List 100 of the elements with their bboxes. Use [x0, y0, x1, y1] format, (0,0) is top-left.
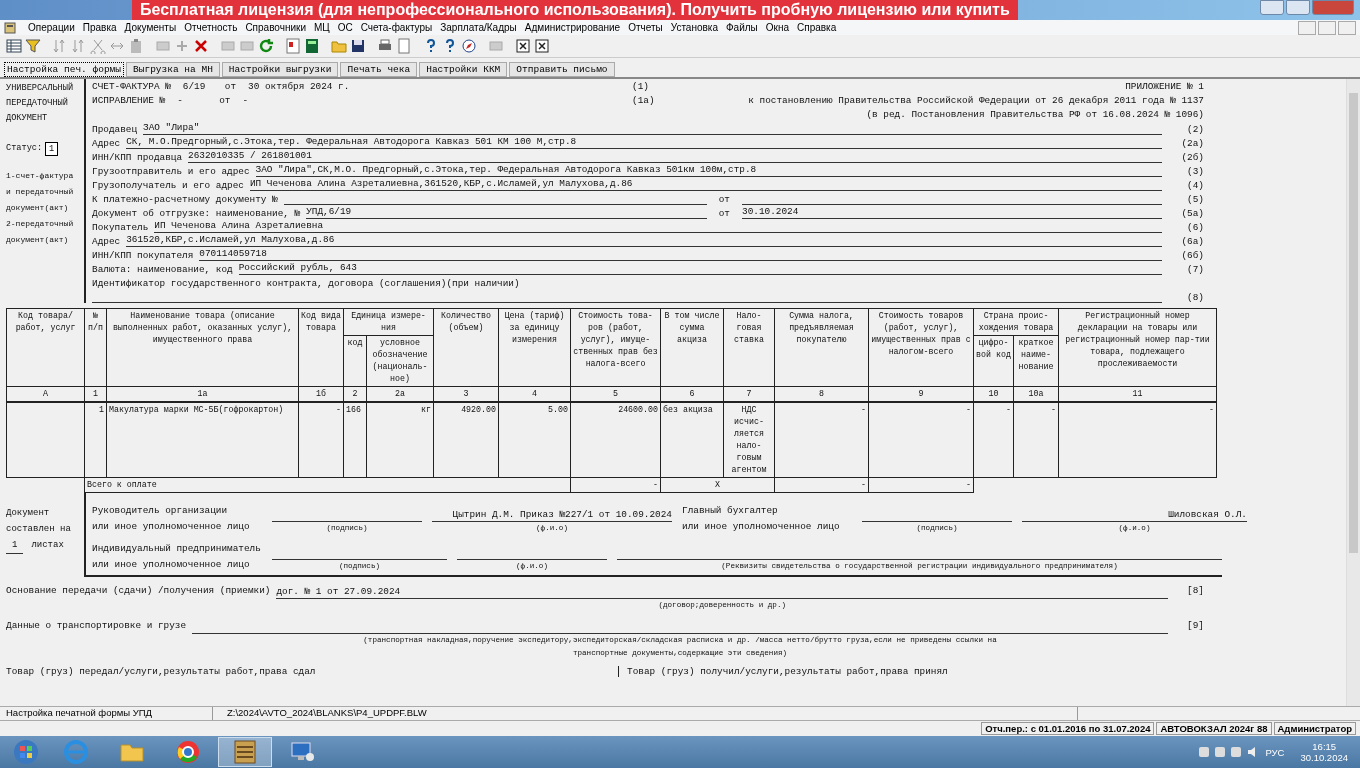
clock-date[interactable]: 30.10.2024	[1300, 752, 1348, 763]
field-value: УПД,6/19	[306, 206, 707, 219]
line-code: (6б)	[1180, 250, 1204, 261]
field-label: Документ об отгрузке: наименование, №	[92, 208, 301, 219]
transport-label: Данные о транспортировке и грузе	[6, 620, 187, 631]
column-number: 1	[84, 386, 107, 402]
menu-item[interactable]: ОС	[333, 22, 357, 33]
column-number: 8	[774, 386, 869, 402]
filter-icon[interactable]	[25, 38, 41, 54]
field-label: К платежно-расчетному документу №	[92, 194, 278, 205]
table-cell: без акциза	[660, 402, 724, 478]
line-code: (2б)	[1180, 152, 1204, 163]
sheets-label: листах	[31, 539, 64, 552]
menu-item[interactable]: Операции	[24, 22, 79, 33]
column-header: Стоимость това-ров (работ, услуг), имуще-ственных прав без налога-всего	[570, 308, 661, 387]
tray-icon[interactable]	[1215, 747, 1226, 757]
menu-item[interactable]: Справочники	[241, 22, 310, 33]
menu-item[interactable]: Отчеты	[624, 22, 667, 33]
menu-item[interactable]: Отчетность	[180, 22, 242, 33]
scissors-icon[interactable]	[90, 38, 106, 54]
column-number: 1б	[298, 386, 344, 402]
basis-label: Основание передачи (сдачи) /получения (приемки)	[6, 585, 271, 596]
line-code: (6а)	[1180, 236, 1204, 247]
field-label: Адрес	[92, 236, 121, 247]
field-label: Грузополучатель и его адрес	[92, 180, 244, 191]
refresh-icon[interactable]	[258, 38, 274, 54]
form-button[interactable]: Настройки ККМ	[419, 62, 508, 77]
date-label: от	[224, 80, 237, 92]
table-cell: 1	[84, 402, 107, 478]
date-label: от	[717, 194, 731, 205]
scrollbar[interactable]	[1346, 79, 1360, 706]
table-icon[interactable]	[6, 38, 22, 54]
basis-value: дог. № 1 от 27.09.2024	[276, 585, 1168, 599]
menu-item[interactable]: МЦ	[310, 22, 334, 33]
menu-item[interactable]: Администрирование	[520, 22, 625, 33]
language-indicator[interactable]: РУС	[1265, 746, 1285, 758]
column-number: 3	[433, 386, 499, 402]
column-header: № п/п	[84, 308, 107, 387]
table-cell: 166	[343, 402, 367, 478]
clipboard-icon[interactable]	[128, 38, 144, 54]
form-button[interactable]: Печать чека	[340, 62, 418, 77]
menu-item[interactable]: Файлы	[722, 22, 762, 33]
column-number: 2а	[366, 386, 434, 402]
form-button[interactable]: Выгрузка на МН	[126, 62, 220, 77]
signer-name: Шиловская О.Л.	[1022, 508, 1247, 522]
abacus-icon[interactable]	[218, 737, 272, 767]
checkbox-icon[interactable]	[534, 38, 550, 54]
form-button[interactable]: Отправить письмо	[509, 62, 615, 77]
save-icon[interactable]	[350, 38, 366, 54]
column-number: А	[6, 386, 85, 402]
menu-item[interactable]: Окна	[761, 22, 793, 33]
status-legend: документ(акт)	[6, 200, 84, 216]
menu-item[interactable]: Правка	[78, 22, 121, 33]
status-text: Настройка печатной формы УПД	[0, 707, 213, 720]
column-number: 7	[723, 386, 775, 402]
field-value: ЗАО "Лира"	[143, 122, 1162, 135]
menu-item[interactable]: Счета-фактуры	[356, 22, 437, 33]
table-cell: -	[868, 477, 974, 493]
tray-icon[interactable]	[1231, 747, 1242, 757]
menu-item[interactable]: Документы	[120, 22, 181, 33]
clock-time[interactable]: 16:15	[1312, 741, 1337, 752]
app-icon[interactable]	[4, 21, 16, 34]
menu-item[interactable]: Установка	[666, 22, 722, 33]
delete-icon[interactable]	[193, 38, 209, 54]
table-cell: кг	[366, 402, 434, 478]
compass-icon[interactable]	[461, 38, 477, 54]
column-header: Количество (объем)	[433, 308, 499, 387]
status-field[interactable]: 1	[45, 141, 59, 156]
column-number: 9	[868, 386, 974, 402]
column-number: 10	[973, 386, 1014, 402]
menu-item[interactable]: Зарплата/Кадры	[436, 22, 521, 33]
field-label: Продавец	[92, 124, 137, 135]
file-path: Z:\2024\AVTO_2024\BLANKS\P4_UPDPF.BLW	[213, 707, 1078, 720]
line-code: (1а)	[632, 94, 656, 106]
column-header: код	[343, 335, 367, 387]
line-code: (5)	[1186, 194, 1204, 205]
form-button[interactable]: Настройки выгрузки	[221, 62, 339, 77]
report-icon[interactable]	[285, 38, 301, 54]
document-type-label: УНИВЕРСАЛЬНЫЙ	[6, 81, 75, 95]
table-cell: НДС исчис-ляется нало-говым агентом	[723, 402, 775, 478]
calculator-icon[interactable]	[304, 38, 320, 54]
date-label: от	[717, 208, 731, 219]
tray-icon[interactable]	[1199, 747, 1210, 757]
column-header: Нало-говая ставка	[723, 308, 775, 387]
menu-item[interactable]: Справка	[793, 22, 841, 33]
column-number: 1а	[106, 386, 299, 402]
document-type-label: ПЕРЕДАТОЧНЫЙ	[6, 96, 69, 110]
column-header: Сумма налога, предъявляемая покупателю	[774, 308, 869, 387]
column-number: 2	[343, 386, 367, 402]
checkbox-icon[interactable]	[515, 38, 531, 54]
line-code: (2)	[1186, 124, 1204, 135]
correction-number: -	[177, 94, 184, 106]
signer-title: или иное уполномоченное лицо	[682, 520, 841, 534]
line-code: (3)	[1186, 166, 1204, 177]
field-label: ИНН/КПП покупателя	[92, 250, 194, 261]
field-value: 2632010335 / 261801001	[188, 150, 1162, 163]
line-code: (2а)	[1180, 138, 1204, 149]
appendix-text: к постановлению Правительства Российской Федерации от 26 декабря 2011 года № 1137	[747, 94, 1204, 106]
license-banner[interactable]: Бесплатная лицензия (для непрофессионального использования). Получить пробную лицензию или купить	[132, 0, 1018, 20]
form-button[interactable]: Настройка печ. формы	[4, 62, 125, 77]
